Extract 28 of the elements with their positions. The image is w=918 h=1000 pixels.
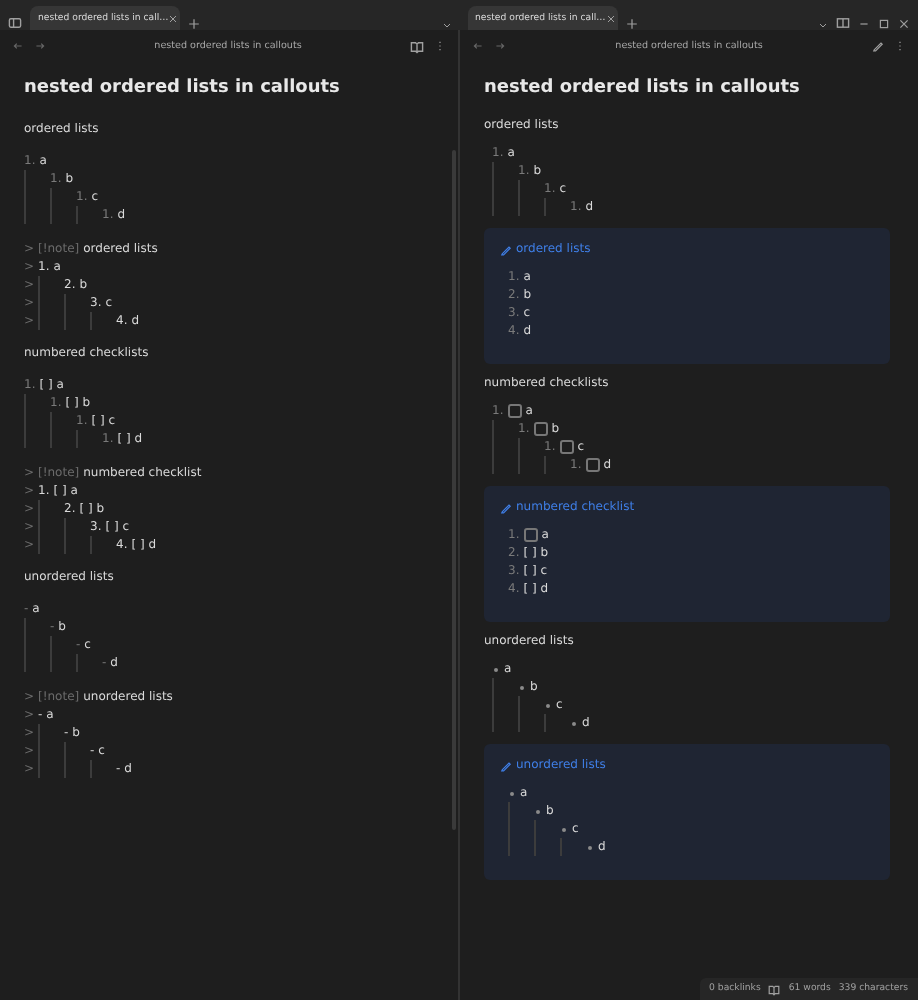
more-options-icon[interactable] [434, 40, 446, 52]
pencil-icon [500, 759, 512, 771]
book-icon[interactable] [768, 983, 781, 995]
back-arrow-icon[interactable] [472, 40, 484, 52]
close-icon[interactable] [898, 18, 910, 30]
checkbox[interactable] [585, 458, 600, 472]
note-title: nested ordered lists in callouts [484, 78, 802, 98]
pencil-icon [500, 501, 512, 513]
sidebar-toggle-icon[interactable] [8, 16, 22, 30]
checkbox[interactable] [533, 422, 548, 436]
close-icon[interactable] [168, 13, 179, 23]
checkbox[interactable] [507, 404, 522, 418]
pencil-icon[interactable] [872, 40, 884, 52]
plus-icon[interactable] [188, 18, 200, 30]
forward-arrow-icon[interactable] [34, 40, 46, 52]
split-view-icon[interactable] [836, 16, 850, 30]
minimize-icon[interactable] [858, 18, 870, 30]
close-icon[interactable] [605, 13, 616, 23]
checkbox[interactable] [523, 528, 538, 542]
maximize-icon[interactable] [878, 18, 890, 30]
pencil-icon [500, 243, 512, 255]
plus-icon[interactable] [625, 18, 637, 30]
book-icon[interactable] [410, 39, 424, 53]
more-options-icon[interactable] [894, 40, 906, 52]
forward-arrow-icon[interactable] [494, 40, 506, 52]
checkbox[interactable] [559, 440, 574, 454]
back-arrow-icon[interactable] [12, 40, 24, 52]
note-title: nested ordered lists in callouts [24, 78, 342, 98]
